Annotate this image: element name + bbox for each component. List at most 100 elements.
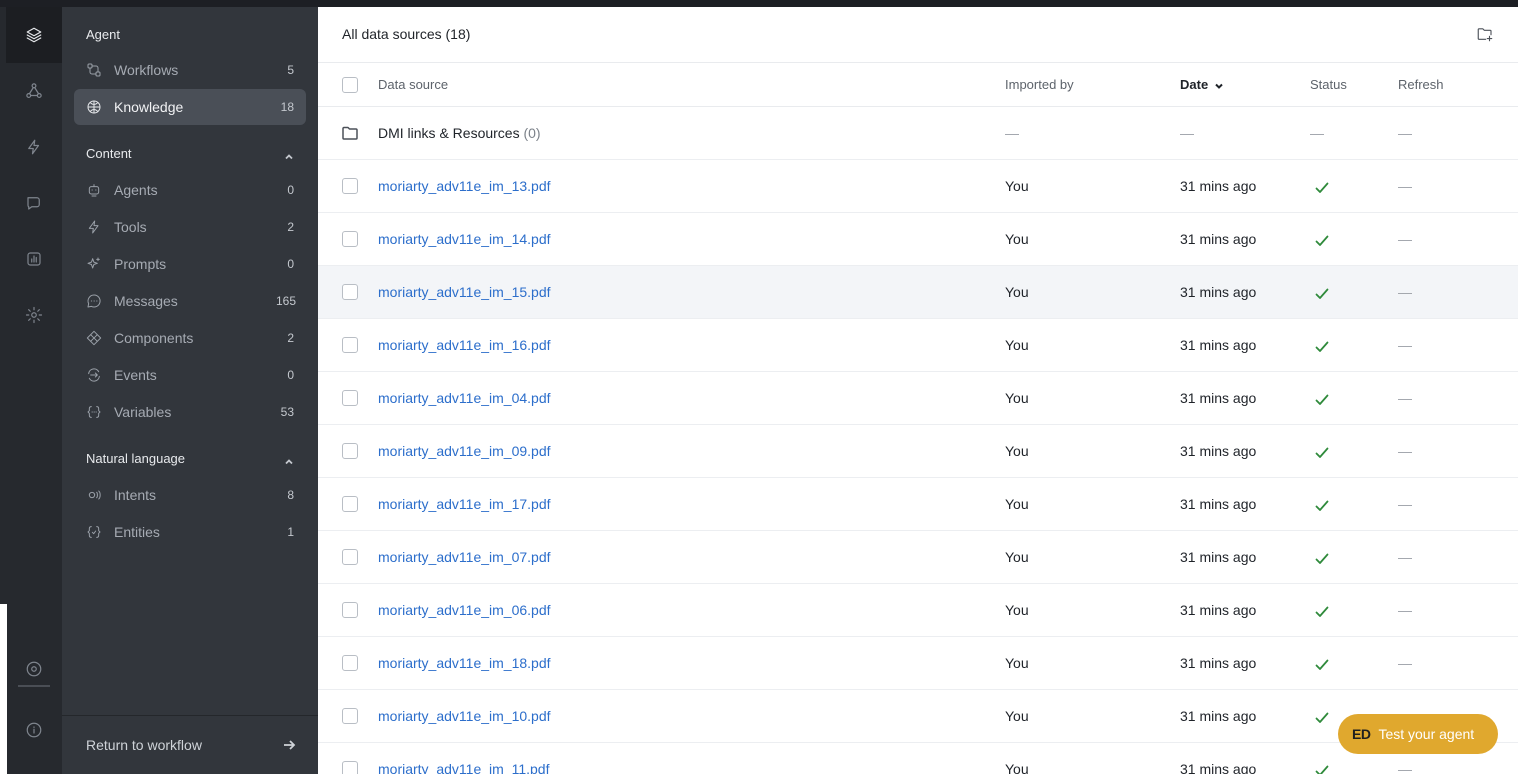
- file-link[interactable]: moriarty_adv11e_im_09.pdf: [378, 443, 551, 459]
- table-row[interactable]: moriarty_adv11e_im_07.pdf You 31 mins ago —: [318, 531, 1518, 584]
- row-checkbox[interactable]: [342, 549, 358, 565]
- date-cell: 31 mins ago: [1180, 443, 1257, 459]
- check-icon: [1315, 605, 1329, 621]
- imported-by-cell: You: [1005, 443, 1029, 459]
- bolt-rail-icon[interactable]: [17, 130, 51, 164]
- bolt-icon: [74, 219, 114, 235]
- row-checkbox[interactable]: [342, 708, 358, 724]
- nav-count: 0: [287, 257, 294, 271]
- col-date-label: Date: [1180, 77, 1209, 92]
- test-agent-button[interactable]: ED Test your agent: [1338, 714, 1498, 754]
- intents-icon: [74, 487, 114, 503]
- nav-label: Prompts: [114, 256, 167, 272]
- info-icon[interactable]: [17, 713, 51, 747]
- graph-icon[interactable]: [17, 74, 51, 108]
- file-link[interactable]: moriarty_adv11e_im_07.pdf: [378, 549, 551, 565]
- imported-by-cell: You: [1005, 655, 1029, 671]
- file-link[interactable]: moriarty_adv11e_im_17.pdf: [378, 496, 551, 512]
- refresh-cell: —: [1398, 602, 1412, 618]
- chevron-up-icon[interactable]: [284, 149, 294, 160]
- folder-name-cell[interactable]: DMI links & Resources (0): [378, 125, 541, 141]
- row-checkbox[interactable]: [342, 337, 358, 353]
- row-checkbox[interactable]: [342, 602, 358, 618]
- section-content[interactable]: Content: [86, 146, 132, 161]
- imported-by-cell: You: [1005, 284, 1029, 300]
- nav-item-components[interactable]: Components 2: [74, 320, 306, 356]
- row-checkbox[interactable]: [342, 390, 358, 406]
- nav-item-agents[interactable]: Agents 0: [74, 172, 306, 208]
- table-row[interactable]: moriarty_adv11e_im_17.pdf You 31 mins ago —: [318, 478, 1518, 531]
- arrow-right-icon: [282, 738, 296, 755]
- file-link[interactable]: moriarty_adv11e_im_06.pdf: [378, 602, 551, 618]
- return-label: Return to workflow: [86, 737, 202, 753]
- imported-by-cell: You: [1005, 549, 1029, 565]
- row-checkbox[interactable]: [342, 443, 358, 459]
- table-row[interactable]: moriarty_adv11e_im_14.pdf You 31 mins ago —: [318, 213, 1518, 266]
- nav-item-prompts[interactable]: Prompts 0: [74, 246, 306, 282]
- table-row[interactable]: moriarty_adv11e_im_04.pdf You 31 mins ago —: [318, 372, 1518, 425]
- col-date-sort[interactable]: Date: [1180, 77, 1224, 92]
- nav-item-workflows[interactable]: Workflows 5: [74, 52, 306, 88]
- nav-item-entities[interactable]: Entities 1: [74, 514, 306, 550]
- section-natural-language[interactable]: Natural language: [86, 451, 185, 466]
- refresh-cell: —: [1398, 125, 1412, 141]
- row-checkbox[interactable]: [342, 284, 358, 300]
- return-to-workflow[interactable]: Return to workflow: [62, 715, 318, 774]
- nav-item-variables[interactable]: Variables 53: [74, 394, 306, 430]
- file-link[interactable]: moriarty_adv11e_im_18.pdf: [378, 655, 551, 671]
- file-link[interactable]: moriarty_adv11e_im_15.pdf: [378, 284, 551, 300]
- row-checkbox[interactable]: [342, 761, 358, 774]
- table-row[interactable]: moriarty_adv11e_im_11.pdf You 31 mins ago —: [318, 743, 1518, 774]
- date-cell: —: [1180, 125, 1194, 141]
- file-link[interactable]: moriarty_adv11e_im_10.pdf: [378, 708, 551, 724]
- refresh-cell: —: [1398, 549, 1412, 565]
- imported-by-cell: —: [1005, 125, 1019, 141]
- date-cell: 31 mins ago: [1180, 284, 1257, 300]
- settings-icon[interactable]: [17, 298, 51, 332]
- nav-count: 0: [287, 183, 294, 197]
- layers-icon[interactable]: [17, 18, 51, 52]
- check-icon: [1315, 764, 1329, 774]
- table-row[interactable]: moriarty_adv11e_im_16.pdf You 31 mins ago —: [318, 319, 1518, 372]
- row-checkbox[interactable]: [342, 231, 358, 247]
- nav-count: 2: [287, 331, 294, 345]
- section-agent: Agent: [86, 27, 120, 42]
- table-row[interactable]: moriarty_adv11e_im_09.pdf You 31 mins ago —: [318, 425, 1518, 478]
- nav-item-events[interactable]: Events 0: [74, 357, 306, 393]
- table-row[interactable]: moriarty_adv11e_im_13.pdf You 31 mins ago —: [318, 160, 1518, 213]
- chat-icon[interactable]: [17, 186, 51, 220]
- nav-item-messages[interactable]: Messages 165: [74, 283, 306, 319]
- compass-icon[interactable]: [17, 652, 51, 686]
- analytics-icon[interactable]: [17, 242, 51, 276]
- row-checkbox[interactable]: [342, 496, 358, 512]
- table-row[interactable]: moriarty_adv11e_im_18.pdf You 31 mins ago —: [318, 637, 1518, 690]
- imported-by-cell: You: [1005, 178, 1029, 194]
- date-cell: 31 mins ago: [1180, 761, 1257, 774]
- select-all-checkbox[interactable]: [342, 77, 358, 93]
- nav-item-knowledge[interactable]: Knowledge 18: [74, 89, 306, 125]
- entities-icon: [74, 524, 114, 540]
- file-link[interactable]: moriarty_adv11e_im_13.pdf: [378, 178, 551, 194]
- refresh-cell: —: [1398, 284, 1412, 300]
- table-row[interactable]: moriarty_adv11e_im_06.pdf You 31 mins ago —: [318, 584, 1518, 637]
- row-checkbox[interactable]: [342, 655, 358, 671]
- col-imported-by: Imported by: [1005, 77, 1074, 92]
- nav-count: 8: [287, 488, 294, 502]
- nav-item-tools[interactable]: Tools 2: [74, 209, 306, 245]
- imported-by-cell: You: [1005, 496, 1029, 512]
- table-header: Data source Imported by Date Status Refr…: [318, 63, 1518, 107]
- date-cell: 31 mins ago: [1180, 231, 1257, 247]
- file-link[interactable]: moriarty_adv11e_im_11.pdf: [378, 761, 549, 774]
- chevron-up-icon[interactable]: [284, 454, 294, 465]
- sparkles-icon: [74, 256, 114, 272]
- file-link[interactable]: moriarty_adv11e_im_14.pdf: [378, 231, 551, 247]
- nav-item-intents[interactable]: Intents 8: [74, 477, 306, 513]
- col-status: Status: [1310, 77, 1347, 92]
- add-folder-icon[interactable]: [1476, 25, 1496, 45]
- file-link[interactable]: moriarty_adv11e_im_16.pdf: [378, 337, 551, 353]
- refresh-cell: —: [1398, 443, 1412, 459]
- table-row[interactable]: moriarty_adv11e_im_15.pdf You 31 mins ago —: [318, 266, 1518, 319]
- file-link[interactable]: moriarty_adv11e_im_04.pdf: [378, 390, 551, 406]
- row-checkbox[interactable]: [342, 178, 358, 194]
- table-row-folder[interactable]: DMI links & Resources (0) — — — —: [318, 107, 1518, 160]
